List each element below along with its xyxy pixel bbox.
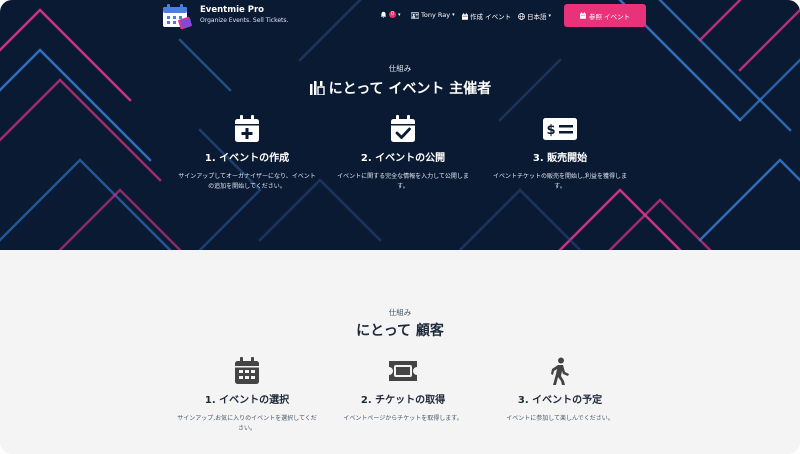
organizer-step-3-title: 3. 販売開始 [532,153,588,164]
calendar-plus-icon [235,115,259,142]
customer-step-1-title: 1. イベントの選択 [204,395,290,406]
notifications-menu[interactable]: 0 ▾ [380,11,401,18]
customer-step-2: 2. チケットの取得 イベントページからチケットを取得します。 [333,357,473,424]
customer-step-1-desc: サインアップ,お気に入りのイベントを選択してください。 [177,415,317,432]
calendar-check-icon [391,115,415,142]
calendar-icon [462,12,468,20]
ticket-icon [389,361,417,381]
organizer-step-3: $ 3. 販売開始 イベントチケットの販売を開始し,利益を獲得します。 [490,115,630,192]
customer-step-3: 3. イベントの予定 イベントに参加して楽しんでください。 [490,357,630,424]
page-frame: Eventmie Pro Organize Events. Sell Ticke… [0,0,800,454]
customer-section: 仕組み にとって 顧客 1. イベントの選択 サインアップ,お気に入りのイベント… [0,250,800,454]
customer-step-3-title: 3. イベントの予定 [517,395,603,406]
organizer-step-2-title: 2. イベントの公開 [360,153,446,164]
organizer-step-1-desc: サインアップしてオーガナイザーになり、イベントの追加を開始してください。 [178,173,316,190]
language-label: 日本語 [527,13,547,21]
chevron-down-icon: ▾ [452,12,455,18]
browse-events-button[interactable]: 参照 イベント [564,4,646,27]
chevron-down-icon: ▾ [398,11,401,18]
user-badge-icon [411,11,419,19]
organizer-step-2-desc: イベントに関する完全な情報を入力して公開します。 [337,173,469,190]
organizer-title-row: にとって イベント 主催者 [0,78,800,98]
organizer-kicker: 仕組み [388,64,412,73]
user-menu[interactable]: Tony Ray ▾ [411,11,455,19]
language-menu[interactable]: 日本語 ▾ [518,11,551,21]
customer-title: にとって 顧客 [356,323,444,339]
brand-tagline: Organize Events. Sell Tickets. [200,17,289,24]
customer-step-2-title: 2. チケットの取得 [360,395,446,406]
customer-step-1: 1. イベントの選択 サインアップ,お気に入りのイベントを選択してください。 [177,357,317,434]
calendar-grid-icon [235,357,259,384]
organizer-icon [309,81,325,95]
browse-events-label: 参照 イベント [588,12,631,21]
customer-step-2-desc: イベントページからチケットを取得します。 [343,415,463,422]
customer-kicker: 仕組み [388,308,412,317]
create-event-link[interactable]: 作成 イベント [462,11,511,21]
organizer-step-1-title: 1. イベントの作成 [204,153,290,164]
organizer-step-2: 2. イベントの公開 イベントに関する完全な情報を入力して公開します。 [333,115,473,192]
top-navbar: Eventmie Pro Organize Events. Sell Ticke… [0,0,800,32]
bell-icon [380,11,387,18]
calendar-icon [579,12,586,19]
brand-name[interactable]: Eventmie Pro [200,5,264,15]
svg-text:$: $ [546,123,555,138]
walking-person-icon [551,357,569,385]
notification-count-badge: 0 [389,11,396,18]
organizer-step-1: 1. イベントの作成 サインアップしてオーガナイザーになり、イベントの追加を開始… [177,115,317,192]
customer-step-3-desc: イベントに参加して楽しんでください。 [506,415,614,422]
user-name: Tony Ray [421,11,451,19]
organizer-title: にとって イベント 主催者 [328,81,492,97]
create-event-label: 作成 イベント [470,13,512,21]
money-bill-icon: $ [543,118,577,140]
eventmie-logo-icon[interactable] [162,2,192,30]
organizer-hero: Eventmie Pro Organize Events. Sell Ticke… [0,0,800,250]
chevron-down-icon: ▾ [548,13,552,19]
globe-icon [518,12,525,20]
organizer-step-3-desc: イベントチケットの販売を開始し,利益を獲得します。 [493,173,627,190]
